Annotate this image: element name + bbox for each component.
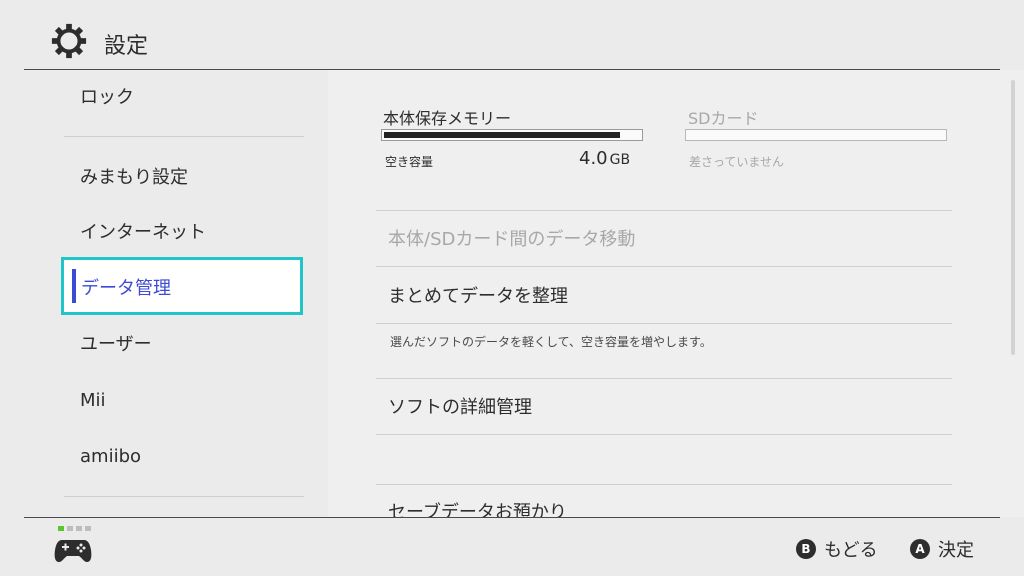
row-divider bbox=[376, 434, 952, 435]
controller-icon bbox=[54, 540, 92, 562]
sidebar-item-users[interactable]: ユーザー bbox=[80, 333, 152, 357]
player-light-icon bbox=[67, 526, 73, 531]
row-divider bbox=[376, 210, 952, 211]
bulk-organize-description: 選んだソフトのデータを軽くして、空き容量を増やします。 bbox=[390, 335, 712, 349]
save-data-cloud-item[interactable]: セーブデータお預かり bbox=[388, 501, 567, 517]
a-button-icon: A bbox=[910, 539, 930, 559]
free-space-label: 空き容量 bbox=[385, 155, 434, 169]
sidebar-item-data-management[interactable]: データ管理 bbox=[61, 257, 303, 315]
sidebar-item-label: データ管理 bbox=[81, 278, 171, 299]
back-button-label: もどる bbox=[824, 540, 878, 561]
internal-storage-title: 本体保存メモリー bbox=[383, 109, 512, 128]
sidebar-item-amiibo[interactable]: amiibo bbox=[80, 445, 141, 469]
sd-card-bar bbox=[685, 129, 947, 141]
sidebar-divider bbox=[64, 136, 304, 137]
header: 設定 bbox=[0, 0, 1024, 70]
internal-storage-bar-fill bbox=[384, 132, 620, 138]
row-divider bbox=[376, 323, 952, 324]
sidebar-item-mii[interactable]: Mii bbox=[80, 389, 106, 413]
free-space-value: 4.0 GB bbox=[579, 148, 631, 169]
data-transfer-item[interactable]: 本体/SDカード間のデータ移動 bbox=[388, 228, 635, 252]
controller-indicator-lights bbox=[58, 526, 91, 531]
player-light-icon bbox=[85, 526, 91, 531]
sd-card-status: 差さっていません bbox=[689, 155, 785, 169]
free-space-unit: GB bbox=[609, 152, 631, 168]
player-light-icon bbox=[76, 526, 82, 531]
sidebar-item-internet[interactable]: インターネット bbox=[80, 221, 206, 245]
bulk-organize-item[interactable]: まとめてデータを整理 bbox=[388, 285, 568, 309]
sidebar-divider bbox=[64, 496, 304, 497]
back-button[interactable]: B もどる bbox=[796, 536, 878, 562]
selection-indicator bbox=[72, 269, 76, 303]
confirm-button-label: 決定 bbox=[938, 540, 974, 561]
gear-icon bbox=[51, 23, 87, 59]
sidebar-item-parental-controls[interactable]: みまもり設定 bbox=[80, 166, 188, 190]
row-divider bbox=[376, 266, 952, 267]
save-data-cloud-item-clip: セーブデータお預かり bbox=[376, 485, 952, 517]
scrollbar[interactable] bbox=[1011, 80, 1015, 355]
row-divider bbox=[376, 378, 952, 379]
b-button-icon: B bbox=[796, 539, 816, 559]
sidebar-item-lock[interactable]: ロック bbox=[80, 86, 134, 110]
internal-storage-bar bbox=[381, 129, 643, 141]
confirm-button[interactable]: A 決定 bbox=[910, 536, 974, 562]
player-light-icon bbox=[58, 526, 64, 531]
sd-card-title: SDカード bbox=[688, 109, 759, 128]
software-management-item[interactable]: ソフトの詳細管理 bbox=[388, 396, 532, 420]
page-title: 設定 bbox=[104, 34, 149, 59]
